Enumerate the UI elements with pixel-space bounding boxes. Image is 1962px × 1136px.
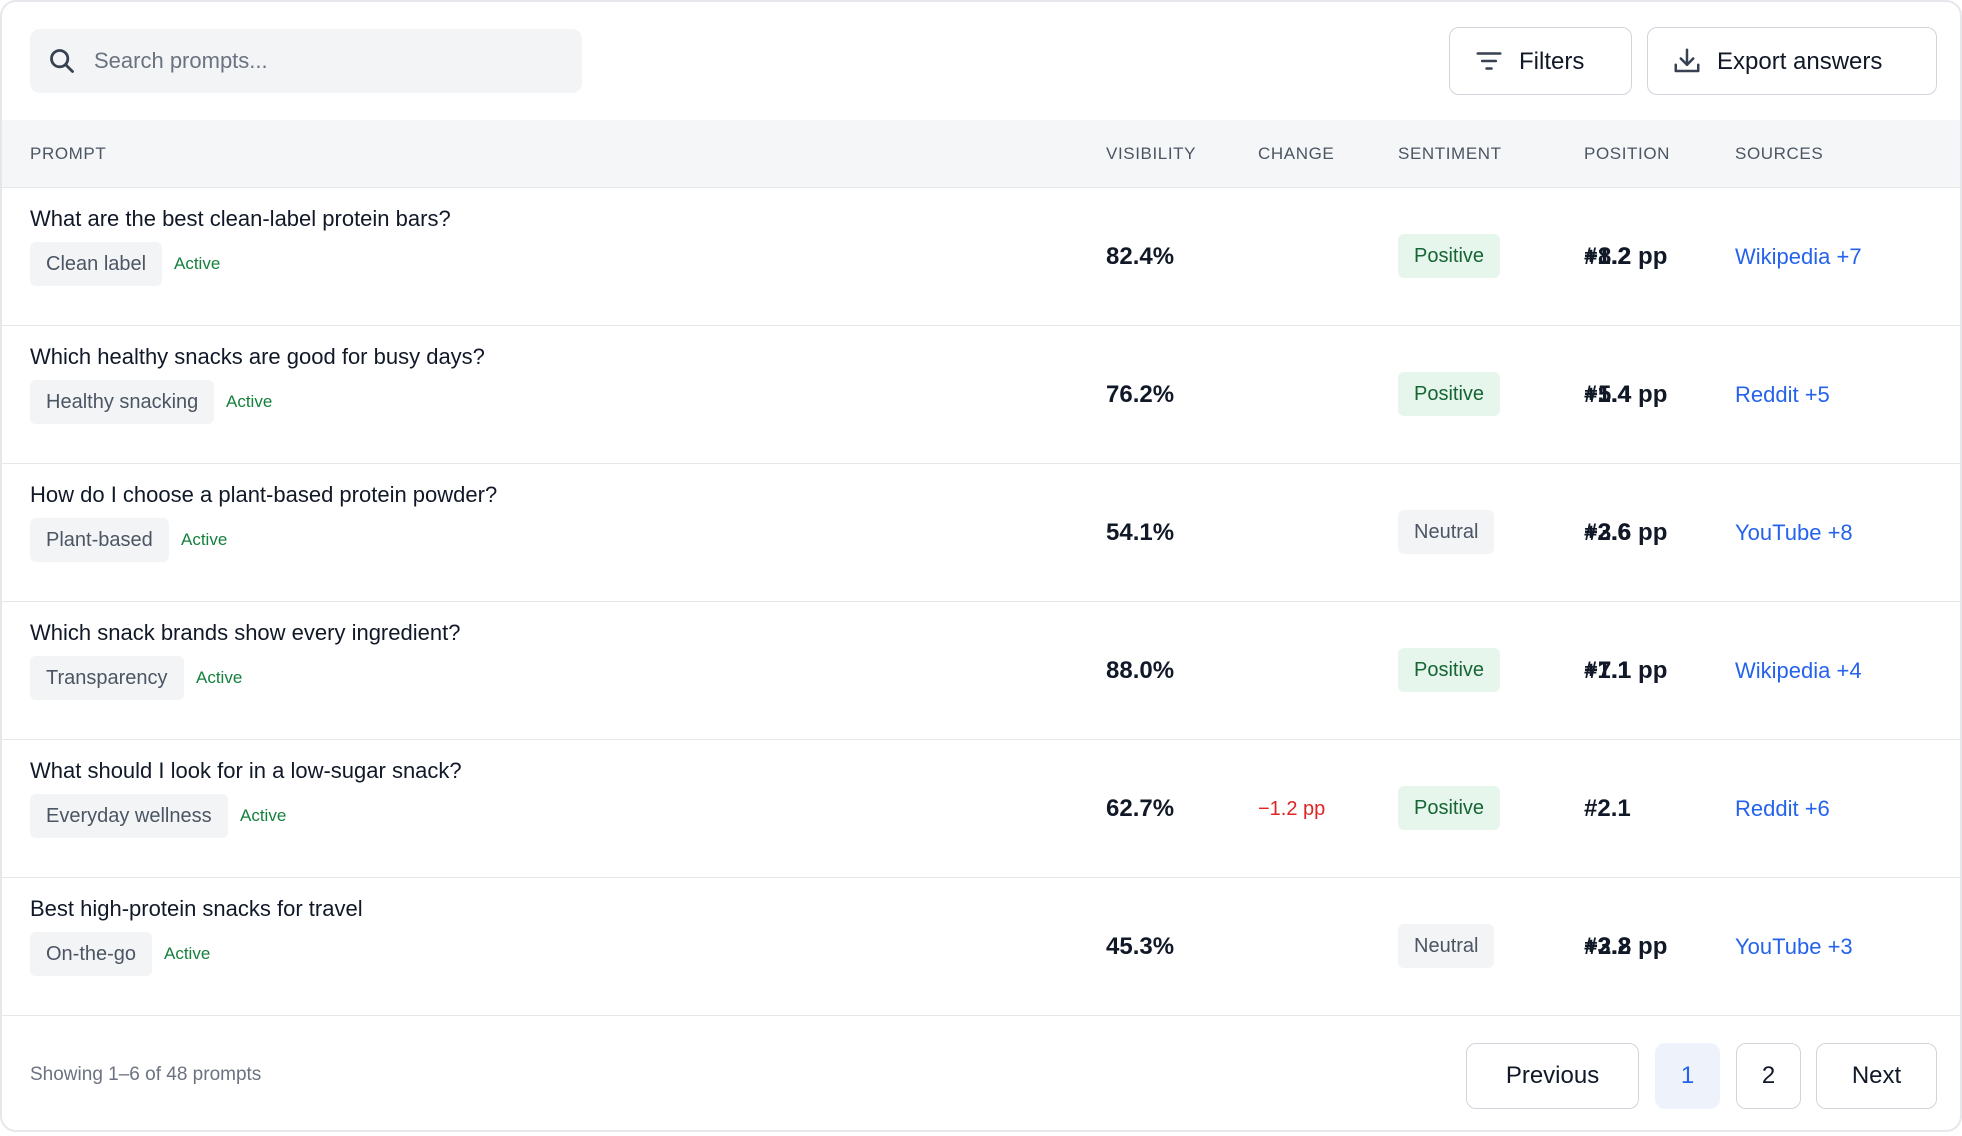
sources-link[interactable]: Wikipedia +4: [1735, 602, 1862, 740]
sentiment-badge: Neutral: [1398, 924, 1495, 968]
visibility-value: 45.3%: [1106, 933, 1175, 960]
prompt-tag: Clean label: [30, 242, 163, 286]
search-icon: [50, 49, 74, 73]
status-label: Active: [174, 254, 221, 273]
visibility-value: 54.1%: [1106, 519, 1175, 546]
prompt-question: What are the best clean-label protein ba…: [30, 206, 451, 231]
download-icon: [1674, 48, 1700, 73]
visibility-value: 82.4%: [1106, 243, 1175, 270]
page-button-2[interactable]: 2: [1736, 1043, 1801, 1109]
toolbar: Filters Export answers: [2, 2, 1960, 120]
column-header-sentiment[interactable]: SENTIMENT: [1398, 120, 1502, 188]
export-answers-button-label: Export answers: [1717, 48, 1883, 75]
prompt-tag: Transparency: [30, 656, 184, 700]
position-value: #1.2: [1584, 243, 1631, 270]
column-header-change[interactable]: CHANGE: [1258, 120, 1334, 188]
table-footer: Showing 1–6 of 48 prompts Previous 1 2 N…: [2, 1015, 1960, 1130]
sources-link[interactable]: YouTube +8: [1735, 464, 1853, 602]
visibility-value: 88.0%: [1106, 657, 1175, 684]
prompt-tag: On-the-go: [30, 932, 153, 976]
pagination-info: Showing 1–6 of 48 prompts: [30, 1064, 262, 1085]
table-row[interactable]: How do I choose a plant-based protein po…: [2, 464, 1960, 602]
status-label: Active: [164, 944, 211, 963]
status-label: Active: [196, 668, 243, 687]
sources-link[interactable]: Reddit +6: [1735, 740, 1830, 878]
previous-page-button[interactable]: Previous: [1466, 1043, 1639, 1109]
position-value: #2.1: [1584, 795, 1631, 822]
search-box[interactable]: [30, 29, 582, 93]
sources-link[interactable]: Wikipedia +7: [1735, 188, 1862, 326]
status-label: Active: [240, 806, 287, 825]
filter-lines-icon: [1476, 52, 1502, 70]
visibility-value: 62.7%: [1106, 795, 1175, 822]
sources-link[interactable]: Reddit +5: [1735, 326, 1830, 464]
export-answers-button[interactable]: Export answers: [1647, 27, 1937, 95]
column-header-prompt[interactable]: PROMPT: [30, 120, 106, 188]
column-header-visibility[interactable]: VISIBILITY: [1106, 120, 1196, 188]
prompt-question: Which healthy snacks are good for busy d…: [30, 344, 485, 369]
status-label: Active: [226, 392, 273, 411]
position-value: #2.6: [1584, 519, 1631, 546]
table-header: PROMPT VISIBILITY CHANGE SENTIMENT POSIT…: [2, 120, 1960, 188]
table-row[interactable]: Which healthy snacks are good for busy d…: [2, 326, 1960, 464]
column-header-sources[interactable]: SOURCES: [1735, 120, 1823, 188]
position-value: #3.2: [1584, 933, 1631, 960]
prompts-table-card: Filters Export answers PROMPT VISIBILITY…: [0, 0, 1962, 1132]
status-label: Active: [181, 530, 228, 549]
prompt-question: How do I choose a plant-based protein po…: [30, 482, 498, 507]
sentiment-badge: Neutral: [1398, 510, 1495, 554]
sentiment-badge: Positive: [1398, 372, 1501, 416]
sentiment-badge: Positive: [1398, 234, 1501, 278]
change-value: −1.2 pp: [1258, 798, 1326, 820]
visibility-value: 76.2%: [1106, 381, 1175, 408]
sentiment-badge: Positive: [1398, 786, 1501, 830]
column-header-position[interactable]: POSITION: [1584, 120, 1670, 188]
table-row[interactable]: What are the best clean-label protein ba…: [2, 188, 1960, 326]
prompt-tag: Plant-based: [30, 518, 169, 562]
next-page-button[interactable]: Next: [1816, 1043, 1937, 1109]
filters-button-label: Filters: [1519, 48, 1585, 75]
sentiment-badge: Positive: [1398, 648, 1501, 692]
prompt-tag: Everyday wellness: [30, 794, 228, 838]
position-value: #1.4: [1584, 381, 1631, 408]
filters-button[interactable]: Filters: [1449, 27, 1632, 95]
sources-link[interactable]: YouTube +3: [1735, 878, 1853, 1016]
search-input[interactable]: [94, 29, 564, 93]
table-row[interactable]: What should I look for in a low-sugar sn…: [2, 740, 1960, 878]
table-row[interactable]: Best high-protein snacks for travel On-th…: [2, 878, 1960, 1016]
prompt-question: What should I look for in a low-sugar sn…: [30, 758, 462, 783]
prompt-question: Which snack brands show every ingredient…: [30, 620, 461, 645]
prompt-question: Best high-protein snacks for travel: [30, 896, 363, 921]
page-button-1[interactable]: 1: [1655, 1043, 1720, 1109]
table-row[interactable]: Which snack brands show every ingredient…: [2, 602, 1960, 740]
position-value: #1.1: [1584, 657, 1631, 684]
prompt-tag: Healthy snacking: [30, 380, 215, 424]
